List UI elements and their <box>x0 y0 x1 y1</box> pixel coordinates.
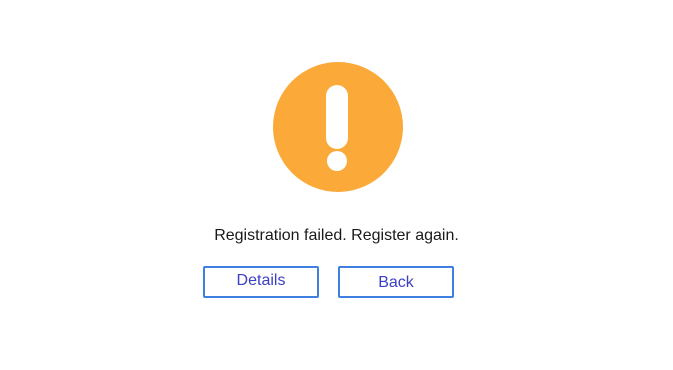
back-button[interactable]: Back <box>338 266 454 298</box>
registration-failed-dialog: Registration failed. Register again. Det… <box>0 0 673 370</box>
back-button-label: Back <box>378 274 414 291</box>
details-button[interactable]: Details <box>203 266 319 298</box>
error-message: Registration failed. Register again. <box>214 227 459 244</box>
exclamation-icon <box>273 62 403 192</box>
details-button-label: Details <box>236 272 286 289</box>
